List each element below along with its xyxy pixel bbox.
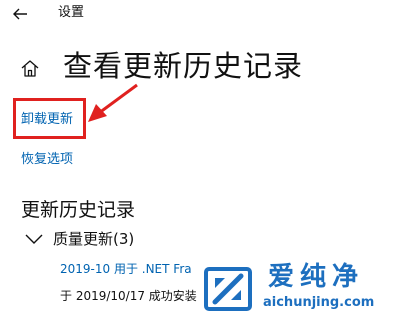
page-title: 查看更新历史记录 xyxy=(63,49,304,83)
watermark-name: 爱纯净 xyxy=(268,262,365,292)
watermark-url: aichunjing.com xyxy=(263,295,375,310)
update-history-heading: 更新历史记录 xyxy=(21,199,136,221)
update-item-title[interactable]: 2019-10 用于 .NET Fra xyxy=(60,260,204,278)
back-button[interactable] xyxy=(10,4,30,24)
watermark: 爱纯净 aichunjing.com xyxy=(200,262,396,317)
update-item-status: 于 2019/10/17 成功安装 xyxy=(60,289,197,303)
recovery-options-link[interactable]: 恢复选项 xyxy=(21,150,73,170)
uninstall-updates-link[interactable]: 卸载更新 xyxy=(21,110,73,130)
home-button[interactable] xyxy=(18,56,42,80)
chevron-down-icon xyxy=(25,234,43,244)
settings-window: 设置 查看更新历史记录 卸载更新 恢复选项 更新历史记录 质量更新(3) 201… xyxy=(0,0,396,317)
group-label: 质量更新(3) xyxy=(53,230,135,248)
watermark-logo-icon xyxy=(204,267,252,311)
quality-updates-group-toggle[interactable]: 质量更新(3) xyxy=(25,228,134,250)
home-icon xyxy=(21,60,39,77)
window-title: 设置 xyxy=(58,5,85,20)
back-arrow-icon xyxy=(13,8,27,20)
